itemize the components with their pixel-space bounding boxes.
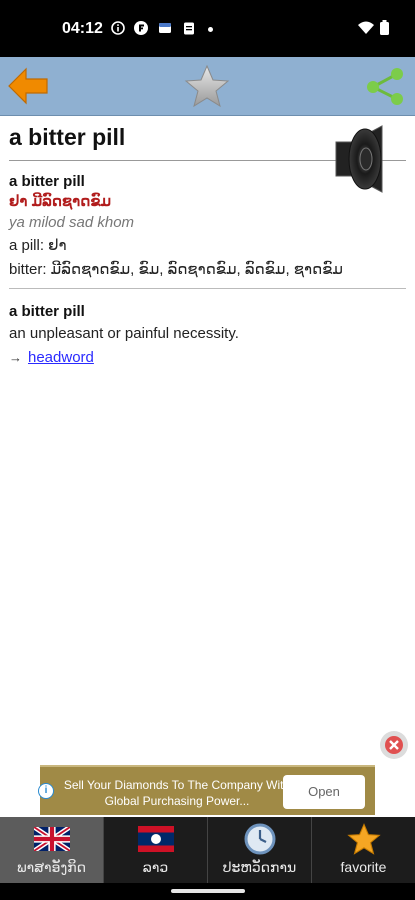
bottom-tab-bar: ພາສາອັງກິດ ລາວ ປະຫວັດການ favorite	[0, 817, 415, 883]
status-time: 04:12	[62, 20, 103, 37]
headword: a bitter pill	[9, 173, 85, 190]
close-icon	[385, 736, 403, 754]
definition-line: an unpleasant or painful necessity.	[9, 325, 239, 342]
entry-block-2: a bitter pill an unpleasant or painful n…	[9, 302, 409, 370]
notification-dot	[208, 27, 213, 32]
arrow-icon: →	[9, 350, 22, 365]
mail-status-icon	[159, 23, 171, 33]
definition-line: bitter: ມີລົດຊາດຂົມ, ຂົມ, ລົດຊາດຂົມ, ລົດ…	[9, 261, 343, 278]
lao-translation: ຢາ ມີລົດຊາດຂົມ	[9, 193, 112, 210]
info-status-icon	[111, 21, 125, 35]
wifi-icon	[358, 21, 374, 34]
top-toolbar	[0, 57, 415, 116]
ad-text: Sell Your Diamonds To The Company With G…	[63, 778, 291, 808]
laos-flag-icon	[137, 824, 174, 854]
related-link-row: → headword	[9, 346, 409, 370]
entry-title: a bitter pill	[9, 124, 126, 150]
close-ad-button[interactable]	[380, 731, 408, 759]
clock-icon	[242, 823, 278, 855]
headword-link[interactable]: headword	[28, 349, 94, 366]
tab-label: ປະຫວັດການ	[222, 859, 297, 875]
star-icon	[346, 823, 382, 855]
headword: a bitter pill	[9, 303, 85, 320]
tab-lao[interactable]: ລາວ	[104, 817, 208, 883]
uk-flag-icon	[33, 824, 70, 854]
home-indicator[interactable]	[171, 889, 245, 893]
status-bar: 04:12	[0, 0, 415, 57]
app-status-icon	[134, 21, 148, 35]
tab-favorite[interactable]: favorite	[312, 817, 415, 883]
entry-block-1: a bitter pill ຢາ ມີລົດຊາດຂົມ ya milod sa…	[9, 172, 409, 282]
entry-divider	[9, 288, 406, 289]
tab-label: ພາສາອັງກິດ	[17, 859, 86, 875]
clipboard-status-icon	[184, 22, 194, 35]
system-nav-bar	[0, 883, 415, 900]
share-button[interactable]	[360, 61, 410, 111]
favorite-button[interactable]	[182, 61, 232, 111]
ad-open-button[interactable]: Open	[283, 775, 365, 809]
back-arrow-icon	[8, 67, 48, 105]
tab-label: ລາວ	[142, 859, 169, 875]
share-icon	[367, 68, 403, 105]
romanization: ya milod sad khom	[9, 214, 135, 231]
definition-line: a pill: ຢາ	[9, 237, 67, 254]
ad-info-icon[interactable]: i	[38, 783, 54, 799]
battery-icon	[380, 20, 389, 35]
star-icon	[184, 64, 230, 108]
tab-label: favorite	[340, 859, 387, 875]
back-button[interactable]	[3, 61, 53, 111]
tab-history[interactable]: ປະຫວັດການ	[208, 817, 312, 883]
ad-banner[interactable]: i Sell Your Diamonds To The Company With…	[38, 765, 375, 815]
tab-english[interactable]: ພາສາອັງກິດ	[0, 817, 104, 883]
